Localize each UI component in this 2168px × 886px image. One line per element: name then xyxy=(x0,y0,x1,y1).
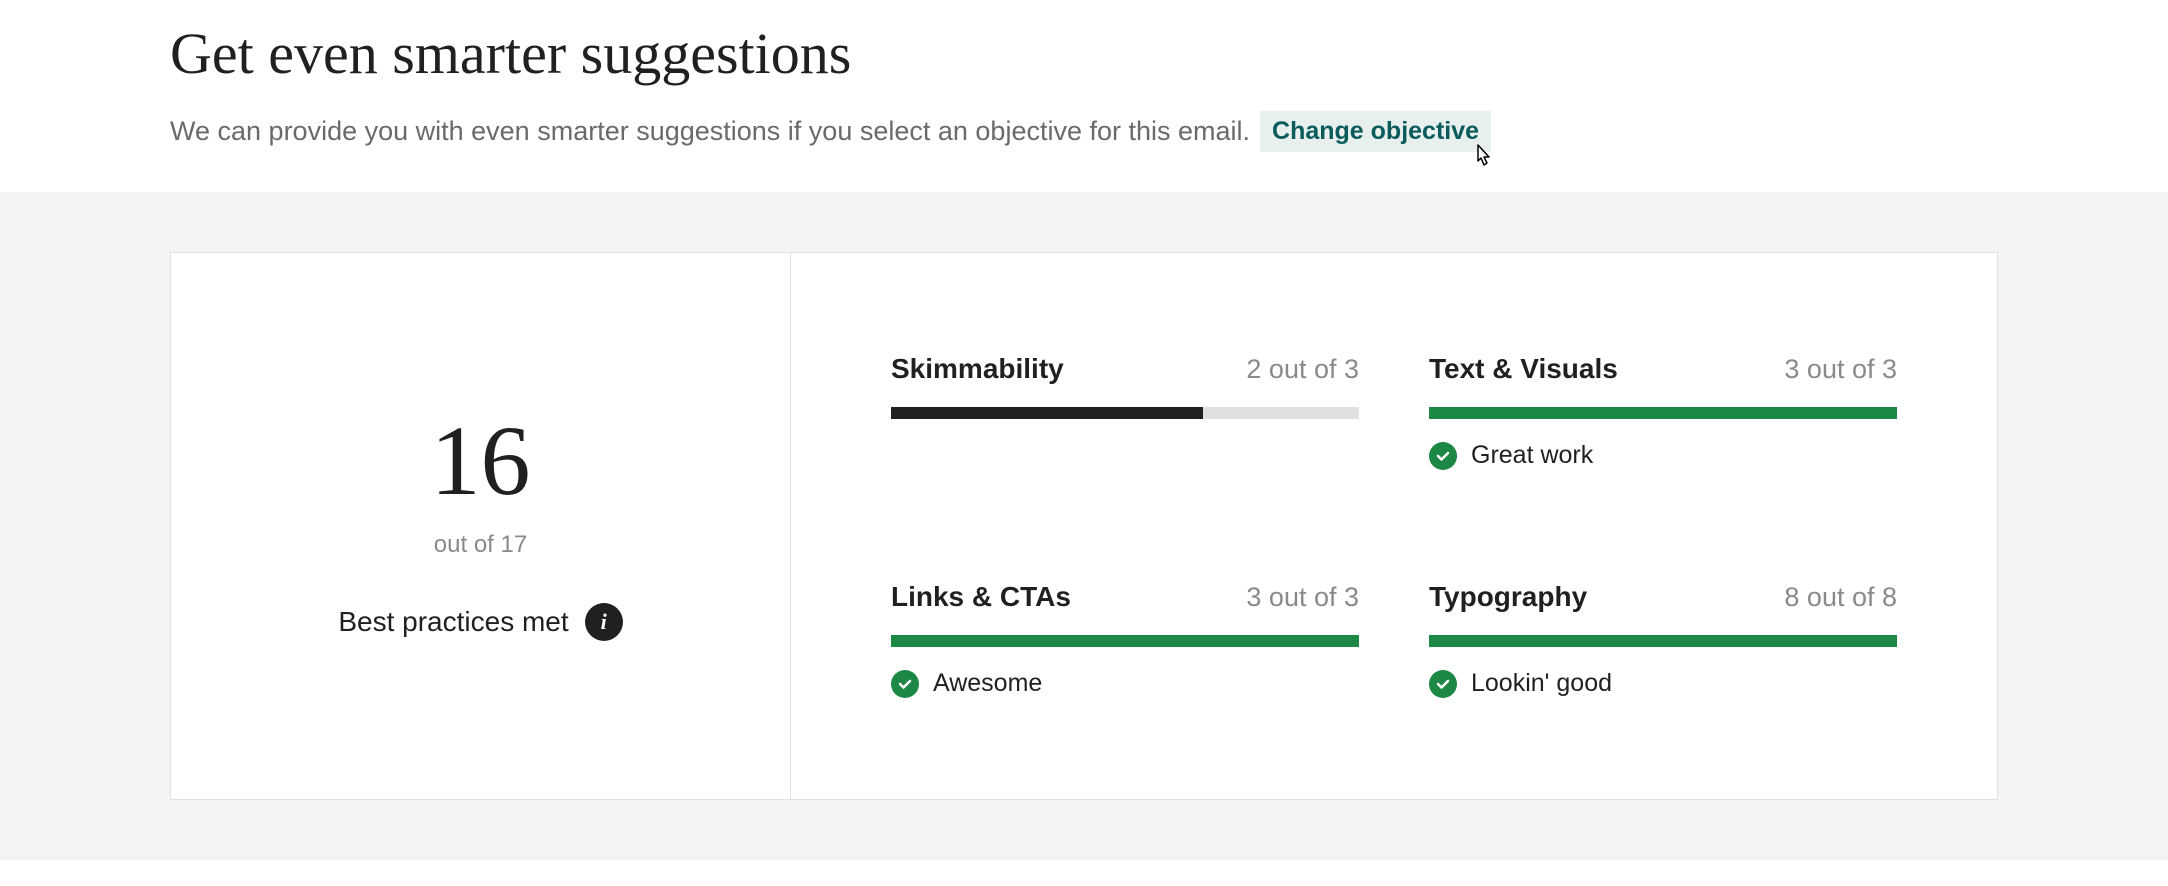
progress-fill xyxy=(1429,635,1897,647)
check-icon xyxy=(1429,442,1457,470)
metric-score: 3 out of 3 xyxy=(1246,582,1359,613)
progress-fill xyxy=(891,407,1203,419)
metric-name: Typography xyxy=(1429,581,1587,613)
cursor-pointer-icon xyxy=(1469,143,1497,180)
progress-bar xyxy=(891,635,1359,647)
best-practices-label: Best practices met xyxy=(338,606,568,638)
summary-out-of: out of 17 xyxy=(434,531,527,559)
check-icon xyxy=(891,670,919,698)
status-text: Lookin' good xyxy=(1471,669,1612,698)
metric-score: 2 out of 3 xyxy=(1246,354,1359,385)
metric-name: Skimmability xyxy=(891,353,1064,385)
metric-status: Lookin' good xyxy=(1429,669,1897,698)
metric-skimmability: Skimmability 2 out of 3 xyxy=(891,353,1359,491)
summary-score: 16 xyxy=(431,411,531,511)
check-icon xyxy=(1429,670,1457,698)
metric-status: Awesome xyxy=(891,669,1359,698)
metric-header: Links & CTAs 3 out of 3 xyxy=(891,581,1359,613)
best-practices-row: Best practices met i xyxy=(338,603,622,641)
metric-score: 8 out of 8 xyxy=(1784,582,1897,613)
metric-name: Links & CTAs xyxy=(891,581,1071,613)
metric-score: 3 out of 3 xyxy=(1784,354,1897,385)
page-title: Get even smarter suggestions xyxy=(170,20,1998,87)
metrics-section: 16 out of 17 Best practices met i Skimma… xyxy=(0,192,2168,860)
progress-bar xyxy=(1429,407,1897,419)
metric-header: Text & Visuals 3 out of 3 xyxy=(1429,353,1897,385)
change-objective-link[interactable]: Change objective xyxy=(1260,111,1491,152)
progress-bar xyxy=(1429,635,1897,647)
subtitle-text: We can provide you with even smarter sug… xyxy=(170,116,1250,147)
metrics-card: 16 out of 17 Best practices met i Skimma… xyxy=(170,252,1998,800)
summary-panel: 16 out of 17 Best practices met i xyxy=(171,253,791,799)
status-text: Great work xyxy=(1471,441,1593,470)
change-objective-label: Change objective xyxy=(1272,117,1479,145)
progress-bar xyxy=(891,407,1359,419)
progress-fill xyxy=(1429,407,1897,419)
metric-header: Skimmability 2 out of 3 xyxy=(891,353,1359,385)
metric-text-visuals: Text & Visuals 3 out of 3 Great work xyxy=(1429,353,1897,491)
subtitle-row: We can provide you with even smarter sug… xyxy=(170,111,1998,152)
metrics-panel: Skimmability 2 out of 3 Text & Visuals 3 ou… xyxy=(791,253,1997,799)
metric-typography: Typography 8 out of 8 Lookin' good xyxy=(1429,581,1897,719)
metric-header: Typography 8 out of 8 xyxy=(1429,581,1897,613)
progress-fill xyxy=(891,635,1359,647)
metric-name: Text & Visuals xyxy=(1429,353,1618,385)
metric-status: Great work xyxy=(1429,441,1897,470)
metric-links-ctas: Links & CTAs 3 out of 3 Awesome xyxy=(891,581,1359,719)
info-icon[interactable]: i xyxy=(585,603,623,641)
status-text: Awesome xyxy=(933,669,1042,698)
